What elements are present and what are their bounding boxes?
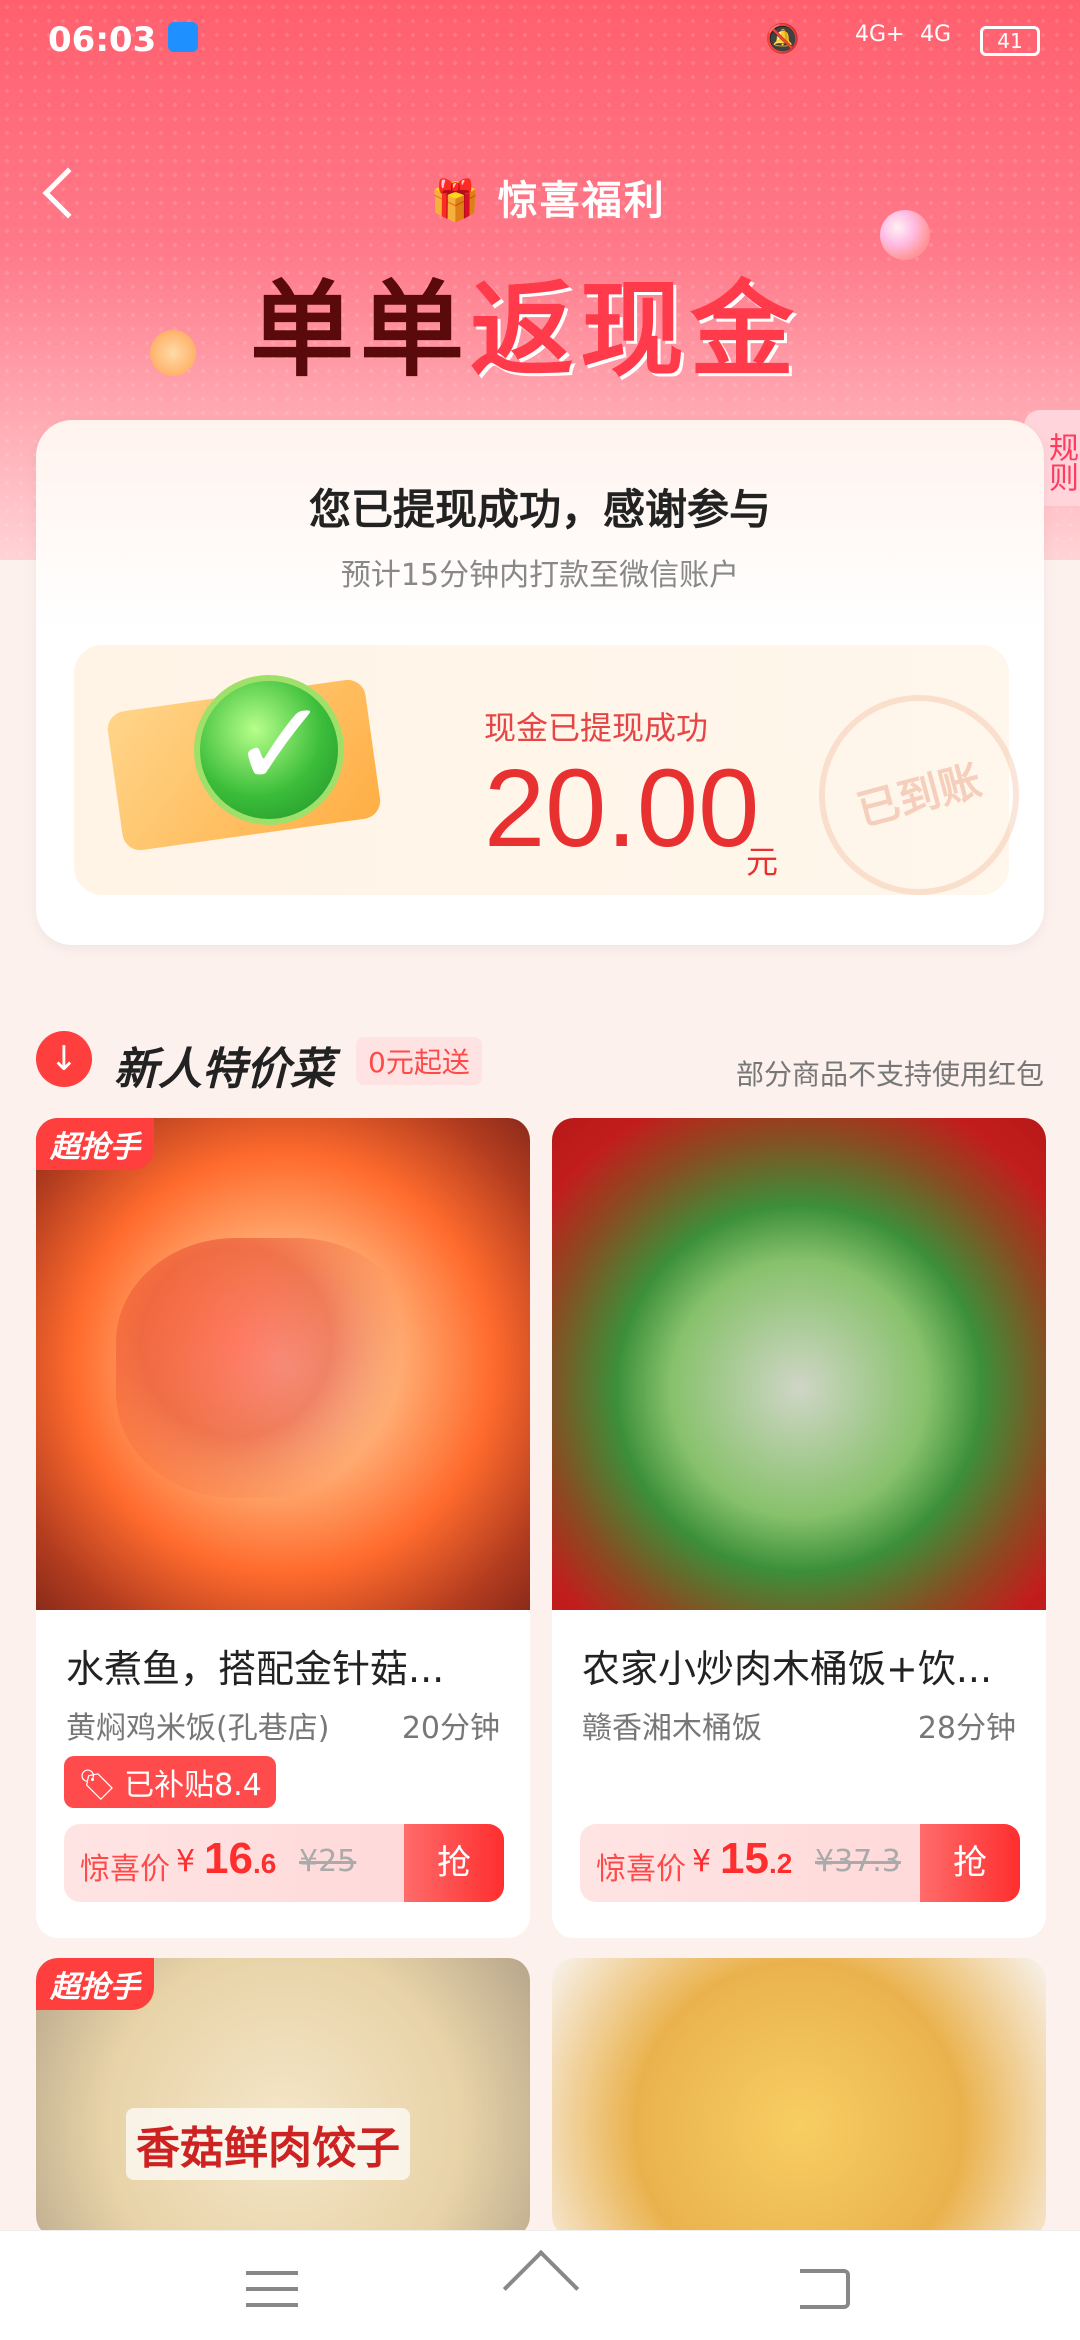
wechat-check-icon <box>194 675 344 825</box>
product-card[interactable] <box>552 1958 1046 2238</box>
price: 15.2 <box>720 1834 792 1884</box>
status-time: 06:03 <box>48 20 157 60</box>
product-name: 农家小炒肉木桶饭+饮... <box>582 1647 993 1691</box>
currency: ¥ <box>692 1844 712 1879</box>
headline-part2: 返现金 <box>470 269 801 391</box>
product-card[interactable]: 超抢手 水煮鱼，搭配金针菇... 黄焖鸡米饭(孔巷店) 20分钟 🏷 已补贴8.4… <box>36 1118 530 1938</box>
withdraw-result-card: 您已提现成功，感谢参与 预计15分钟内打款至微信账户 现金已提现成功 20.00… <box>36 420 1044 945</box>
grab-button[interactable]: 抢 <box>404 1824 504 1902</box>
home-icon[interactable] <box>508 2261 572 2315</box>
price-label: 惊喜价 <box>596 1852 686 1887</box>
price-dec: .6 <box>252 1848 277 1879</box>
original-price: ¥37.3 <box>815 1844 901 1879</box>
subsidy-text: 已补贴8.4 <box>124 1768 262 1803</box>
section-title: 新人特价菜 <box>114 1044 334 1095</box>
free-delivery-tag: 0元起送 <box>356 1037 482 1085</box>
headline-part1: 单单 <box>250 269 471 391</box>
cash-panel: 现金已提现成功 20.00 元 已到账 <box>74 645 1042 918</box>
network-4g-plus: 4G+ <box>855 22 905 47</box>
section-header: ↓ 新人特价菜 0元起送 部分商品不支持使用红包 <box>36 1025 1044 1095</box>
section-note: 部分商品不支持使用红包 <box>735 1058 1044 1091</box>
cash-unit: 元 <box>746 843 779 881</box>
product-image <box>552 1118 1046 1610</box>
hot-badge: 超抢手 <box>36 1958 154 2010</box>
decor-bubble <box>880 210 930 260</box>
product-image <box>36 1118 530 1610</box>
hot-badge: 超抢手 <box>36 1118 154 1170</box>
gift-icon: 🎁 <box>430 178 482 224</box>
price-bar[interactable]: 惊喜价 ¥ 15.2 ¥37.3 抢 <box>580 1824 1020 1902</box>
product-card[interactable]: 农家小炒肉木桶饭+饮... 赣香湘木桶饭 28分钟 惊喜价 ¥ 15.2 ¥37… <box>552 1118 1046 1938</box>
currency: ¥ <box>176 1844 196 1879</box>
cash-amount: 20.00 <box>484 747 760 870</box>
product-image <box>552 1958 1046 2238</box>
price-bar[interactable]: 惊喜价 ¥ 16.6 ¥25 抢 <box>64 1824 504 1902</box>
result-subtitle: 预计15分钟内打款至微信账户 <box>340 558 740 593</box>
price: 16.6 <box>204 1834 276 1884</box>
price-dec: .2 <box>768 1848 793 1879</box>
grab-button[interactable]: 抢 <box>920 1824 1020 1902</box>
mute-icon: 🔕 <box>765 22 800 55</box>
brand-title-text: 惊喜福利 <box>497 178 666 224</box>
tag-icon: 🏷 <box>78 1768 117 1803</box>
status-bar: 06:03 🔕 4G+ 4G 41 <box>0 0 1080 80</box>
download-arrow-icon: ↓ <box>36 1031 92 1087</box>
network-4g: 4G <box>920 22 952 47</box>
battery-icon: 41 <box>980 26 1040 56</box>
shop-name: 赣香湘木桶饭 <box>582 1711 762 1746</box>
shop-name: 黄焖鸡米饭(孔巷店) <box>66 1711 330 1746</box>
back-nav-icon[interactable] <box>800 2269 850 2309</box>
product-card[interactable]: 超抢手 香菇鲜肉饺子 <box>36 1958 530 2238</box>
product-name: 水煮鱼，搭配金针菇... <box>66 1647 445 1691</box>
notification-app-icon <box>168 22 198 52</box>
decor-bubble <box>150 330 196 376</box>
delivery-time: 28分钟 <box>917 1711 1016 1746</box>
original-price: ¥25 <box>299 1844 357 1879</box>
price-int: 15 <box>720 1834 769 1883</box>
system-nav-bar <box>0 2230 1080 2340</box>
price-int: 16 <box>204 1834 253 1883</box>
subsidy-tag: 🏷 已补贴8.4 <box>64 1756 276 1808</box>
result-title: 您已提现成功，感谢参与 <box>308 485 771 534</box>
image-overlay-text: 香菇鲜肉饺子 <box>126 2108 410 2180</box>
brand-title: 🎁 惊喜福利 <box>430 168 666 226</box>
price-label: 惊喜价 <box>80 1852 170 1887</box>
delivery-time: 20分钟 <box>401 1711 500 1746</box>
cash-label: 现金已提现成功 <box>484 709 709 747</box>
received-stamp: 已到账 <box>796 672 1042 918</box>
headline: 单单返现金 <box>250 245 800 396</box>
menu-icon[interactable] <box>246 2271 298 2307</box>
